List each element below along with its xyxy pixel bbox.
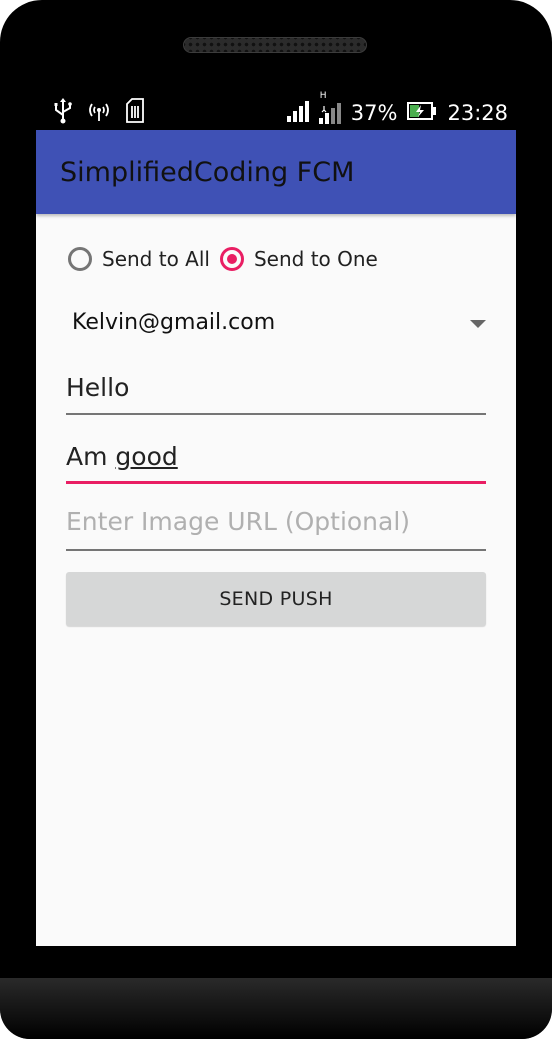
phone-frame: H 37% 23:28 SimplifiedCoding FCM Send to… [0, 0, 552, 1039]
signal-h-icon: H [318, 91, 341, 129]
battery-percent: 37% [350, 101, 398, 125]
image-url-input[interactable] [66, 507, 486, 536]
dropdown-arrow-icon [470, 320, 486, 328]
app-title: SimplifiedCoding FCM [60, 157, 355, 188]
app-bar: SimplifiedCoding FCM [36, 130, 516, 214]
message-field[interactable]: Am good [66, 436, 486, 484]
radio-send-to-all[interactable]: Send to All [68, 247, 210, 271]
usb-icon [52, 98, 74, 128]
message-input-value: Am good [66, 442, 178, 471]
battery-charging-icon [407, 102, 437, 124]
phone-bottom-bezel [0, 978, 552, 1039]
radio-send-to-one[interactable]: Send to One [219, 247, 378, 271]
recipient-dropdown[interactable]: Kelvin@gmail.com [66, 306, 486, 342]
network-type-label: H [319, 91, 327, 101]
signal-icon [286, 99, 309, 127]
app-screen: SimplifiedCoding FCM Send to All Send to… [36, 130, 516, 946]
radio-send-to-all-label: Send to All [102, 247, 210, 271]
title-input-value: Hello [66, 373, 130, 402]
status-bar: H 37% 23:28 [36, 91, 516, 130]
sim-icon [124, 98, 146, 128]
recipient-selected-value: Kelvin@gmail.com [72, 310, 276, 335]
radio-unchecked-icon [68, 247, 92, 271]
clock: 23:28 [447, 101, 508, 125]
image-url-field[interactable] [66, 503, 486, 551]
radio-checked-icon [219, 247, 244, 271]
message-text-plain: Am [66, 442, 116, 471]
earpiece-speaker [183, 37, 367, 53]
send-mode-radio-group: Send to All Send to One [68, 247, 388, 271]
radio-send-to-one-label: Send to One [253, 247, 378, 271]
hotspot-icon [86, 100, 112, 126]
send-push-button[interactable]: SEND PUSH [66, 572, 486, 626]
message-text-underlined-word: good [115, 442, 178, 471]
title-field[interactable]: Hello [66, 367, 486, 415]
